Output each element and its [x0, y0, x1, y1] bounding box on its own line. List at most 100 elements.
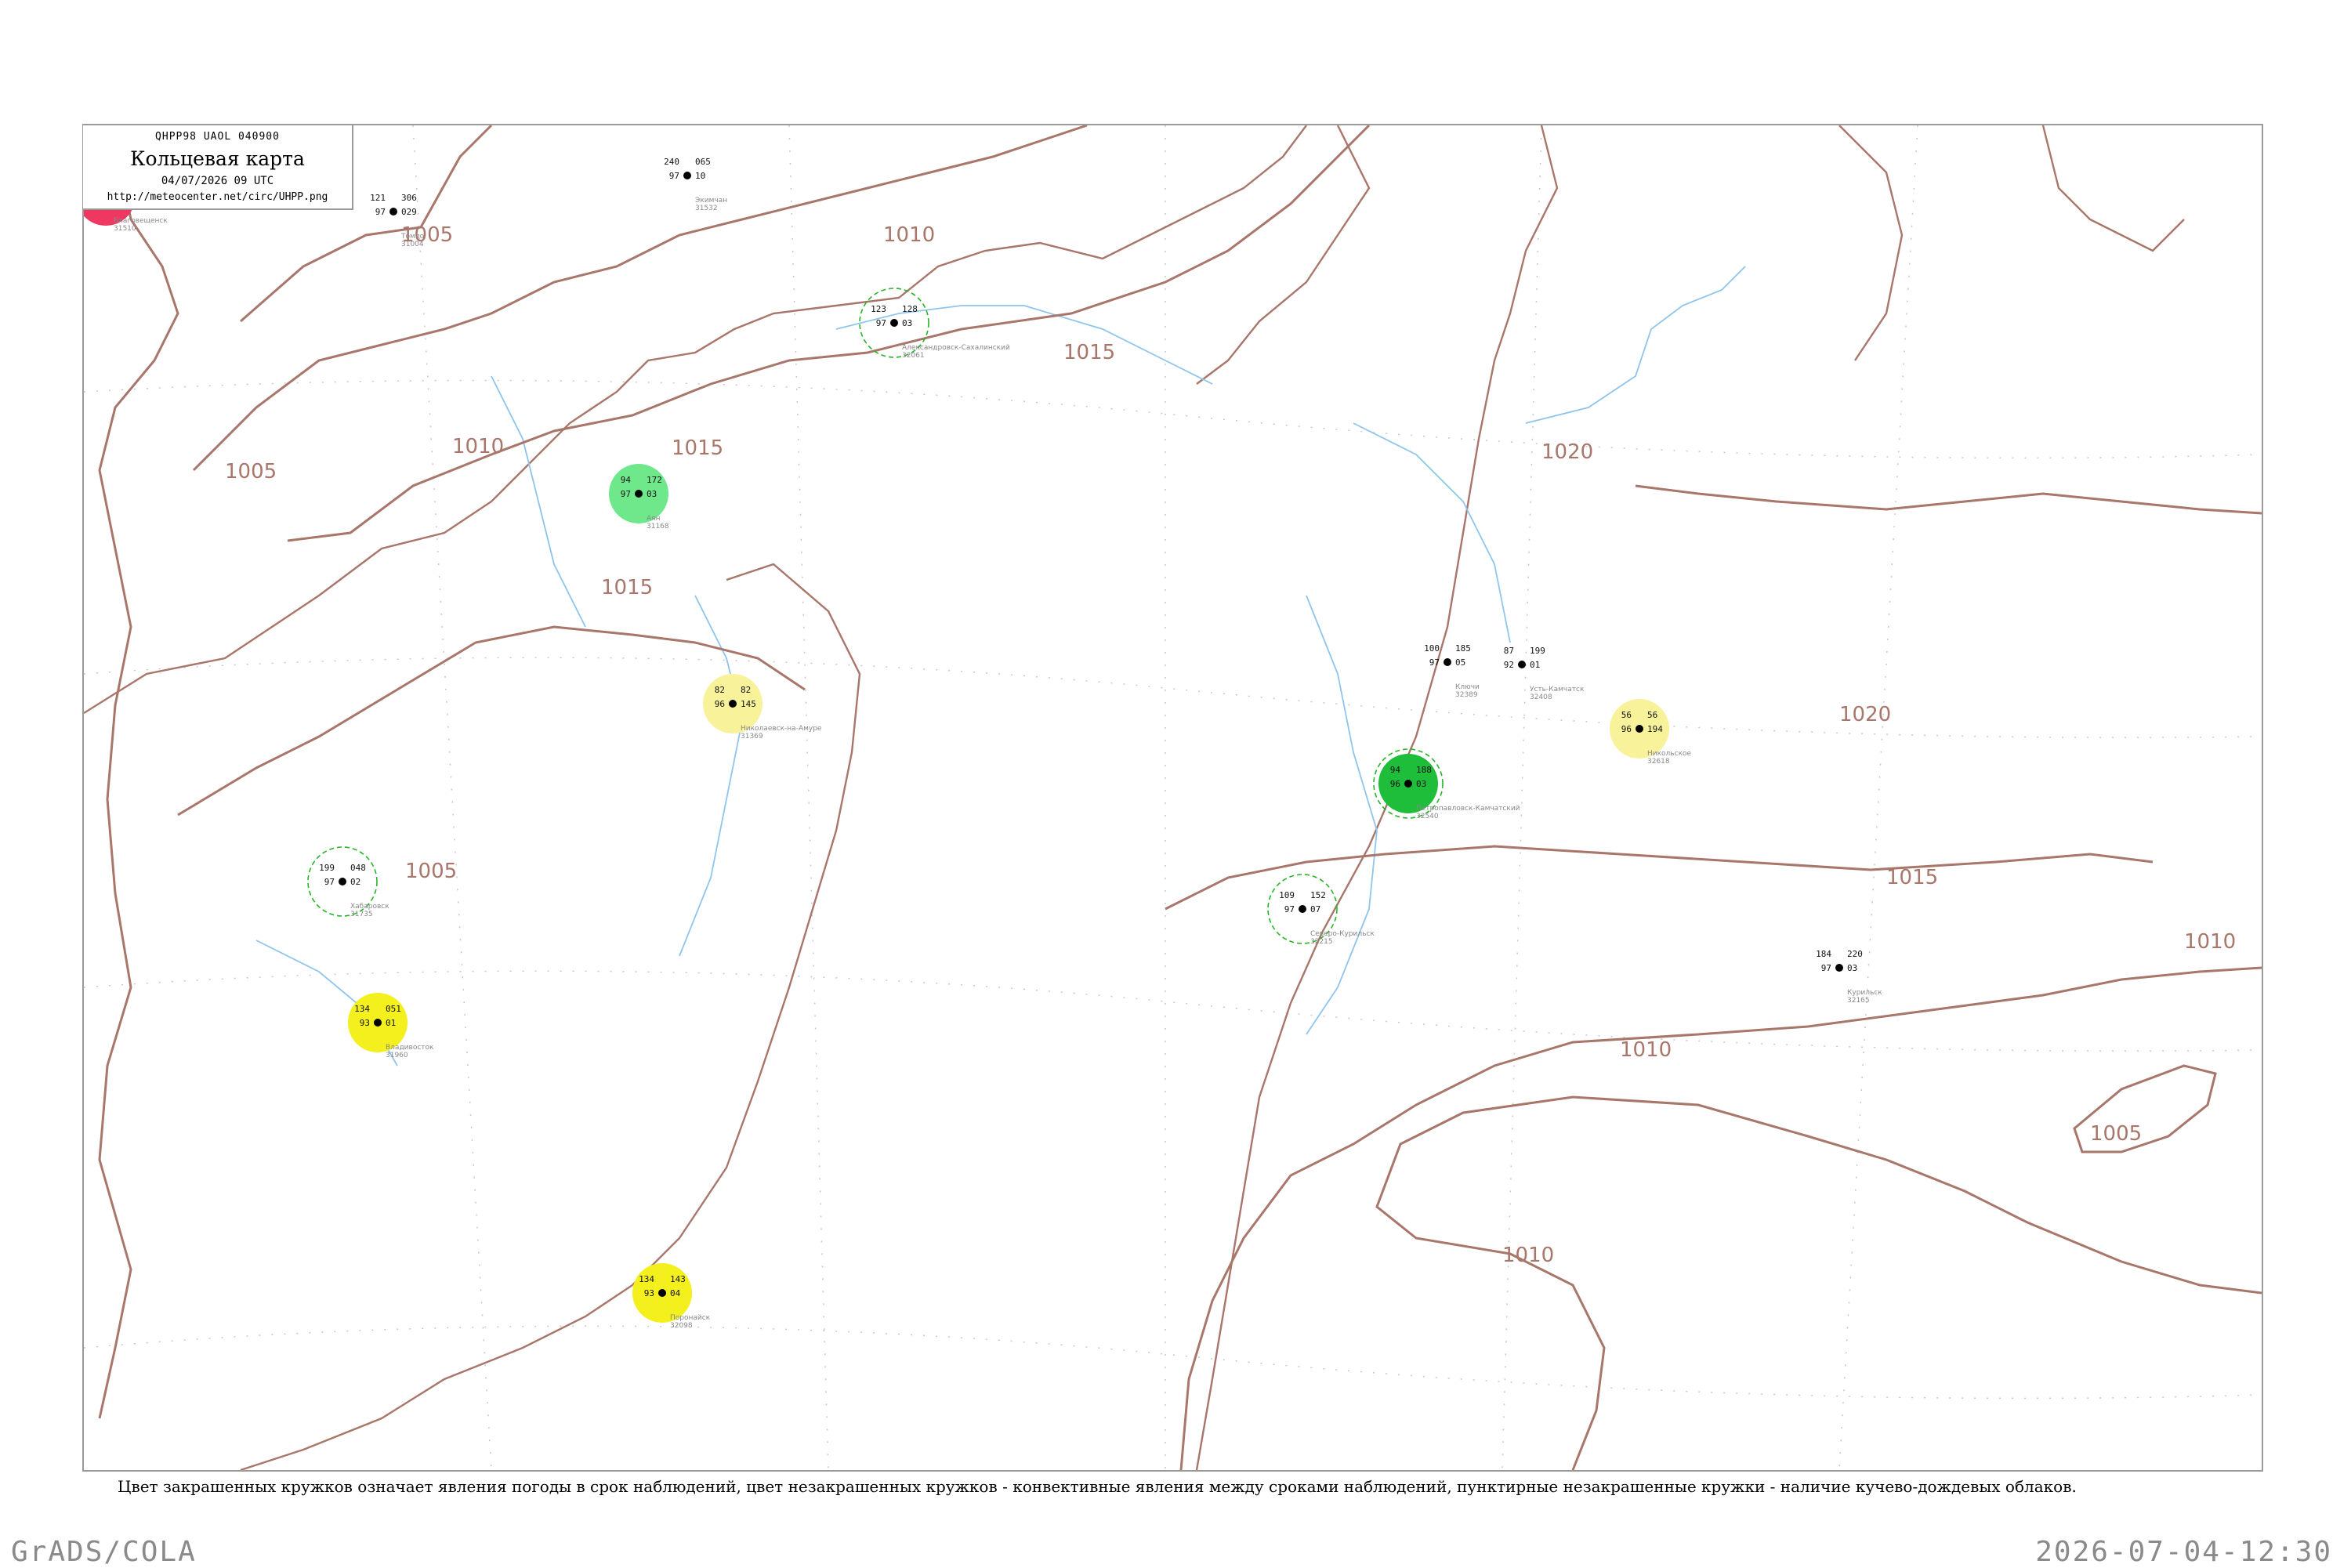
isobar-label: 1005: [2090, 1122, 2142, 1146]
station-name: Экимчан: [695, 197, 727, 205]
station-dot-icon: [1299, 905, 1306, 913]
station-name: Никольское: [1647, 750, 1692, 758]
isobar-label: 1005: [225, 460, 277, 483]
station-31735[interactable]: 048 199 97 02 Хабаровск31735: [307, 846, 389, 918]
isobars: [98, 125, 2262, 1470]
isobar-label: 1010: [452, 435, 504, 458]
station-32540[interactable]: 188 94 96 03 Петропавловск-Камчатский32540: [1373, 748, 1520, 820]
station-name: Томпо: [400, 233, 425, 241]
station-name: Аян: [647, 515, 661, 523]
station-pressure: 065: [695, 157, 711, 167]
station-temperature: 56: [1621, 710, 1632, 720]
station-dewpoint: 97: [375, 207, 386, 217]
isobar-label: 1020: [1541, 440, 1593, 464]
station-32408[interactable]: 199 87 92 01 Усть-Камчатск32408: [1504, 646, 1585, 701]
station-index: 31532: [695, 205, 718, 212]
station-dot-icon: [683, 172, 691, 179]
station-31004[interactable]: 306 121 97 029 Томпо31004: [370, 193, 425, 248]
station-name: Александровск-Сахалинский: [902, 344, 1010, 352]
station-index: 31004: [401, 241, 424, 248]
station-name: Курильск: [1847, 989, 1882, 997]
station-tendency: 029: [401, 207, 417, 217]
station-index: 32389: [1455, 691, 1478, 699]
station-32618[interactable]: 56 56 96 194 Никольское32618: [1610, 699, 1692, 766]
source-link[interactable]: http://meteocenter.net/circ/UHPP.png: [83, 191, 352, 203]
map-title-box: QHPP98 UAOL 040900 Кольцевая карта 04/07…: [83, 125, 353, 210]
station-32389[interactable]: 185 100 97 05 Ключи32389: [1424, 643, 1480, 699]
isobar-label: 1015: [1063, 341, 1115, 364]
station-tendency: 05: [1455, 657, 1465, 668]
station-pressure: 82: [741, 685, 751, 695]
station-name: Николаевск-на-Амуре: [741, 725, 822, 733]
station-index: 31960: [386, 1052, 408, 1059]
station-dewpoint: 97: [1429, 657, 1440, 668]
station-31532[interactable]: 065 240 97 10 Экимчан31532: [664, 157, 727, 212]
isobar-1005-west: [98, 140, 179, 1419]
station-tendency: 02: [350, 877, 360, 887]
map-date: 04/07/2026 09 UTC: [161, 175, 274, 187]
isobar-label: 1015: [1886, 866, 1938, 889]
isobar-label: 1010: [883, 223, 935, 247]
station-temperature: 87: [1504, 646, 1514, 656]
station-temperature: 134: [639, 1274, 654, 1284]
station-dot-icon: [729, 700, 737, 708]
station-dot-icon: [339, 878, 346, 885]
station-name: Хабаровск: [350, 903, 389, 911]
station-dot-icon: [1404, 780, 1412, 788]
station-tendency: 194: [1647, 724, 1663, 734]
station-name: Владивосток: [386, 1044, 434, 1052]
station-pressure: 185: [1455, 643, 1471, 654]
station-31960[interactable]: 051 134 93 01 Владивосток31960: [348, 993, 434, 1059]
weather-map[interactable]: 1005 1005 1005 1005 1010 1010 1010 1010 …: [84, 125, 2262, 1470]
station-pressure: 143: [670, 1274, 686, 1284]
station-dewpoint: 97: [324, 877, 335, 887]
station-dot-icon: [1636, 725, 1643, 733]
station-name: Благовещенск: [114, 217, 168, 225]
map-caption: Цвет закрашенных кружков означает явлени…: [118, 1477, 2077, 1496]
station-dot-icon: [890, 319, 898, 327]
station-tendency: 03: [1847, 963, 1857, 973]
station-index: 32215: [1310, 938, 1333, 946]
station-dewpoint: 92: [1504, 660, 1514, 670]
station-pressure: 048: [350, 863, 366, 873]
station-name: Поронайск: [670, 1314, 711, 1322]
station-31168[interactable]: 172 94 97 03 Аян31168: [609, 464, 669, 531]
coastline: [84, 125, 2185, 1470]
station-dewpoint: 97: [669, 171, 679, 181]
station-dot-icon: [1835, 964, 1843, 972]
station-32215[interactable]: 152 109 97 07 Северо-Курильск32215: [1267, 874, 1375, 946]
isobar-label: 1015: [601, 576, 653, 599]
station-dewpoint: 96: [1621, 724, 1632, 734]
footer-software: GrADS/COLA: [11, 1536, 197, 1568]
station-temperature: 123: [871, 304, 886, 314]
station-dewpoint: 97: [1821, 963, 1831, 973]
station-pressure: 188: [1416, 765, 1432, 775]
stations-layer[interactable]: 306 121 97 029 Томпо31004 172 94 97 03 Аян31168 82…: [84, 157, 1882, 1330]
footer-timestamp: 2026-07-04-12:30: [2035, 1536, 2332, 1568]
station-name: Северо-Курильск: [1310, 930, 1375, 938]
station-dewpoint: 93: [644, 1288, 654, 1298]
station-dot-icon: [1518, 661, 1526, 668]
station-32165[interactable]: 220 184 97 03 Курильск32165: [1816, 949, 1882, 1005]
isobar-1010-east: [1179, 966, 2262, 1470]
station-index: 32098: [670, 1322, 693, 1330]
station-31369[interactable]: 82 82 96 145 Николаевск-на-Амуре31369: [703, 674, 822, 741]
station-pressure: 199: [1530, 646, 1545, 656]
station-dot-icon: [389, 208, 397, 215]
map-frame[interactable]: 1005 1005 1005 1005 1010 1010 1010 1010 …: [82, 124, 2263, 1472]
bulletin-code: QHPP98 UAOL 040900: [155, 131, 280, 143]
station-dewpoint: 96: [1390, 779, 1400, 789]
isobar-label: 1010: [1502, 1244, 1554, 1267]
station-tendency: 145: [741, 699, 756, 709]
station-32098[interactable]: 143 134 93 04 Поронайск32098: [632, 1263, 711, 1330]
station-dewpoint: 97: [621, 489, 631, 499]
station-index: 31369: [741, 733, 763, 741]
isobar-label: 1010: [1620, 1038, 1672, 1062]
isobar-1015-main: [287, 125, 1371, 542]
station-dewpoint: 97: [876, 318, 886, 328]
station-temperature: 109: [1279, 890, 1295, 900]
station-index: 32540: [1416, 813, 1439, 820]
station-pressure: 152: [1310, 890, 1326, 900]
station-name: Усть-Камчатск: [1530, 686, 1585, 693]
station-tendency: 03: [647, 489, 657, 499]
